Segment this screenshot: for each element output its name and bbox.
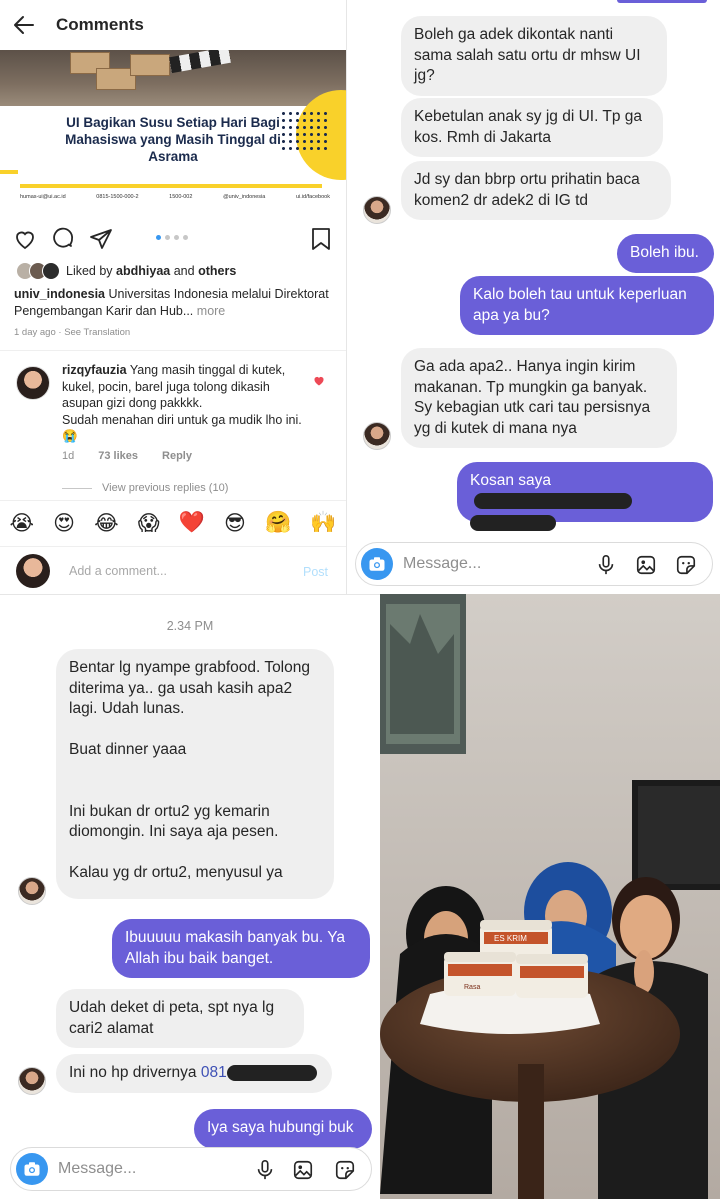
comment-meta: 1d 73 likes Reply: [62, 450, 192, 462]
avatar: [16, 554, 50, 588]
heart-outline-icon[interactable]: [12, 226, 38, 252]
reply-button[interactable]: Reply: [162, 450, 192, 462]
microphone-icon[interactable]: [594, 553, 618, 577]
emoji-quick-bar: 😭 😍 😂 😱 ❤️ 😎 🤗 🙌: [0, 500, 346, 544]
post-actions: [0, 222, 346, 254]
add-comment-bar: Add a comment... Post: [0, 546, 346, 594]
comment-text: rizqyfauzia Yang masih tinggal di kutek,…: [62, 363, 302, 443]
comment-input[interactable]: Add a comment...: [69, 564, 167, 578]
emoji-laughing[interactable]: 😂: [94, 511, 119, 535]
dm-thread-bottom: 2.34 PM Bentar lg nyampe grabfood. Tolon…: [0, 594, 380, 1199]
likes-summary[interactable]: Liked by abdhiyaa and others: [16, 262, 236, 280]
camera-icon[interactable]: [361, 548, 393, 580]
message-in: Jd sy dan bbrp ortu prihatin baca komen2…: [401, 161, 671, 220]
emoji-sunglasses[interactable]: 😎: [224, 511, 246, 535]
arrow-left-icon[interactable]: [0, 0, 48, 50]
emoji-heart[interactable]: ❤️: [179, 510, 205, 535]
comments-header: Comments: [0, 0, 346, 50]
message-out: Iya saya hubungi buk: [194, 1109, 372, 1149]
message-composer: Message...: [10, 1147, 372, 1191]
message-composer: Message...: [355, 542, 713, 586]
message-in: Kebetulan anak sy jg di UI. Tp ga kos. R…: [401, 98, 663, 157]
group-photo: ES KRIM Rasa: [380, 594, 720, 1199]
post-image[interactable]: UI Bagikan Susu Setiap Hari Bagi Mahasis…: [0, 50, 346, 210]
comment-likes[interactable]: 73 likes: [98, 450, 138, 462]
comments-screen: Comments UI Bagikan Susu Setiap Hari Bag…: [0, 0, 346, 594]
carousel-indicator: [156, 235, 188, 240]
avatar[interactable]: [18, 1067, 46, 1095]
dm-thread-top: Boleh ga adek dikontak nanti sama salah …: [346, 0, 720, 594]
sticker-icon[interactable]: [333, 1158, 357, 1182]
post-headline: UI Bagikan Susu Setiap Hari Bagi Mahasis…: [65, 115, 281, 164]
photo-panel: ES KRIM Rasa: [380, 594, 720, 1199]
message-out: Ibuuuuu makasih banyak bu. Ya Allah ibu …: [112, 919, 370, 978]
gallery-icon[interactable]: [634, 553, 658, 577]
message-out: Boleh ibu.: [617, 234, 714, 273]
message-input[interactable]: Message...: [403, 555, 481, 573]
cup-sublabel: Rasa: [464, 984, 480, 991]
emoji-hug[interactable]: 🤗: [265, 510, 291, 535]
liker-avatars: [16, 262, 60, 280]
post-caption: univ_indonesia Universitas Indonesia mel…: [14, 287, 329, 318]
cup-label: ES KRIM: [494, 934, 527, 943]
avatar[interactable]: [16, 366, 50, 400]
post-contact-row: humas-ui@ui.ac.id 0815-1500-000-2 1500-0…: [20, 194, 330, 200]
post-meta: 1 day ago · See Translation: [14, 327, 131, 338]
emoji-crying[interactable]: 😭: [10, 511, 35, 535]
message-out: Kosan saya: [457, 462, 713, 531]
more-link[interactable]: more: [197, 304, 225, 318]
avatar[interactable]: [18, 877, 46, 905]
post-button[interactable]: Post: [303, 565, 328, 579]
share-icon[interactable]: [88, 226, 114, 252]
comment-username[interactable]: rizqyfauzia: [62, 363, 127, 377]
gallery-icon[interactable]: [291, 1158, 315, 1182]
message-in: Udah deket di peta, spt nya lg cari2 ala…: [56, 989, 304, 1048]
message-in: Bentar lg nyampe grabfood. Tolong diteri…: [56, 649, 334, 899]
avatar[interactable]: [363, 196, 391, 224]
redacted-block: [474, 493, 632, 510]
message-in: Ini no hp drivernya 081: [56, 1054, 332, 1093]
caption-username[interactable]: univ_indonesia: [14, 287, 105, 301]
comment-icon[interactable]: [50, 226, 76, 252]
bookmark-icon[interactable]: [308, 226, 334, 252]
redacted-block: [470, 514, 556, 531]
camera-icon[interactable]: [16, 1153, 48, 1185]
page-title: Comments: [56, 15, 144, 34]
emoji-heart-eyes[interactable]: 😍: [53, 511, 75, 535]
message-input[interactable]: Message...: [58, 1160, 136, 1178]
phone-link[interactable]: 081: [201, 1064, 227, 1081]
avatar[interactable]: [363, 422, 391, 450]
view-replies-link[interactable]: View previous replies (10): [62, 482, 228, 494]
message-in: Ga ada apa2.. Hanya ingin kirim makanan.…: [401, 348, 677, 448]
post-photo-strip: [0, 50, 346, 106]
emoji-raised-hands[interactable]: 🙌: [310, 510, 336, 535]
message-out: Kalo boleh tau untuk keperluan apa ya bu…: [460, 276, 714, 335]
redacted-block: [226, 1064, 317, 1081]
microphone-icon[interactable]: [253, 1158, 277, 1182]
message-in: Boleh ga adek dikontak nanti sama salah …: [401, 16, 667, 96]
see-translation-link[interactable]: See Translation: [64, 327, 130, 338]
heart-filled-icon[interactable]: [313, 374, 325, 392]
emoji-scream[interactable]: 😱: [138, 511, 160, 535]
sticker-icon[interactable]: [674, 553, 698, 577]
message-timestamp: 2.34 PM: [166, 619, 214, 633]
